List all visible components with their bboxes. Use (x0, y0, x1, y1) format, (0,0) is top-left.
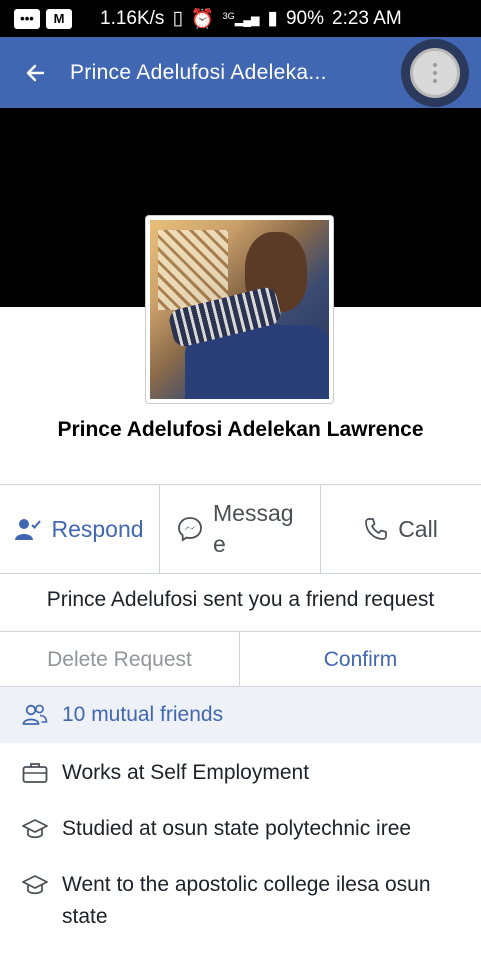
profile-actions: Respond Messag e Call (0, 485, 481, 573)
message-button[interactable]: Messag e (160, 485, 321, 573)
respond-label: Respond (51, 515, 144, 542)
divider (0, 573, 481, 574)
education-text: Studied at osun state polytechnic iree (62, 817, 412, 840)
call-label: Call (398, 515, 438, 542)
chat-notification-icon: ••• (14, 8, 40, 29)
respond-button[interactable]: Respond (0, 485, 160, 573)
messenger-icon (178, 517, 202, 542)
gmail-notification-icon: M (46, 8, 72, 29)
call-button[interactable]: Call (321, 485, 481, 573)
profile-name: Prince Adelufosi Adelekan Lawrence (57, 418, 424, 441)
page-title: Prince Adelufosi Adeleka... (70, 60, 327, 84)
friend-request-buttons: Delete Request Confirm (0, 631, 481, 687)
profile-photo-image (150, 220, 329, 399)
college-text: Went to the apostolic college ilesa osun… (62, 873, 431, 928)
clock: 2:23 AM (332, 7, 402, 29)
mutual-friends-label: 10 mutual friends (62, 703, 224, 726)
briefcase-icon (22, 757, 48, 789)
mutual-friends-row[interactable]: 10 mutual friends (0, 687, 481, 743)
college-info: Went to the apostolic college ilesa osun… (22, 869, 472, 933)
back-arrow-icon (26, 64, 45, 81)
status-right: 1.16K/s ▯ ⏰ 3G▂▄▆ ▮ 90% 2:23 AM (100, 0, 469, 37)
message-label: Messag e (213, 500, 294, 557)
more-vertical-icon (410, 48, 460, 98)
graduation-cap-icon (22, 869, 48, 901)
work-text: Works at Self Employment (62, 761, 310, 784)
back-button[interactable] (0, 37, 70, 108)
delete-request-button[interactable]: Delete Request (0, 632, 240, 687)
battery-icon: ▮ (267, 8, 278, 29)
confirm-button[interactable]: Confirm (240, 632, 481, 687)
profile-picture[interactable] (146, 216, 333, 403)
alarm-icon: ⏰ (190, 8, 215, 30)
network-type: 3G (222, 10, 235, 21)
battery-level: 90% (285, 7, 325, 29)
app-bar: Prince Adelufosi Adeleka... (0, 37, 481, 108)
graduation-cap-icon (22, 813, 48, 845)
friend-request-message: Prince Adelufosi sent you a friend reque… (46, 588, 435, 611)
status-notification-icons: ••• M (0, 8, 72, 29)
status-bar: ••• M 1.16K/s ▯ ⏰ 3G▂▄▆ ▮ 90% 2:23 AM (0, 0, 481, 37)
friends-icon (22, 704, 48, 725)
person-check-icon (15, 519, 42, 540)
work-info: Works at Self Employment (22, 757, 472, 789)
network-speed: 1.16K/s (100, 7, 165, 29)
vibrate-icon: ▯ (172, 8, 183, 29)
signal-icon: 3G▂▄▆ (222, 10, 260, 27)
education-info: Studied at osun state polytechnic iree (22, 813, 472, 845)
more-options-button[interactable] (401, 39, 469, 107)
phone-icon (365, 518, 388, 540)
